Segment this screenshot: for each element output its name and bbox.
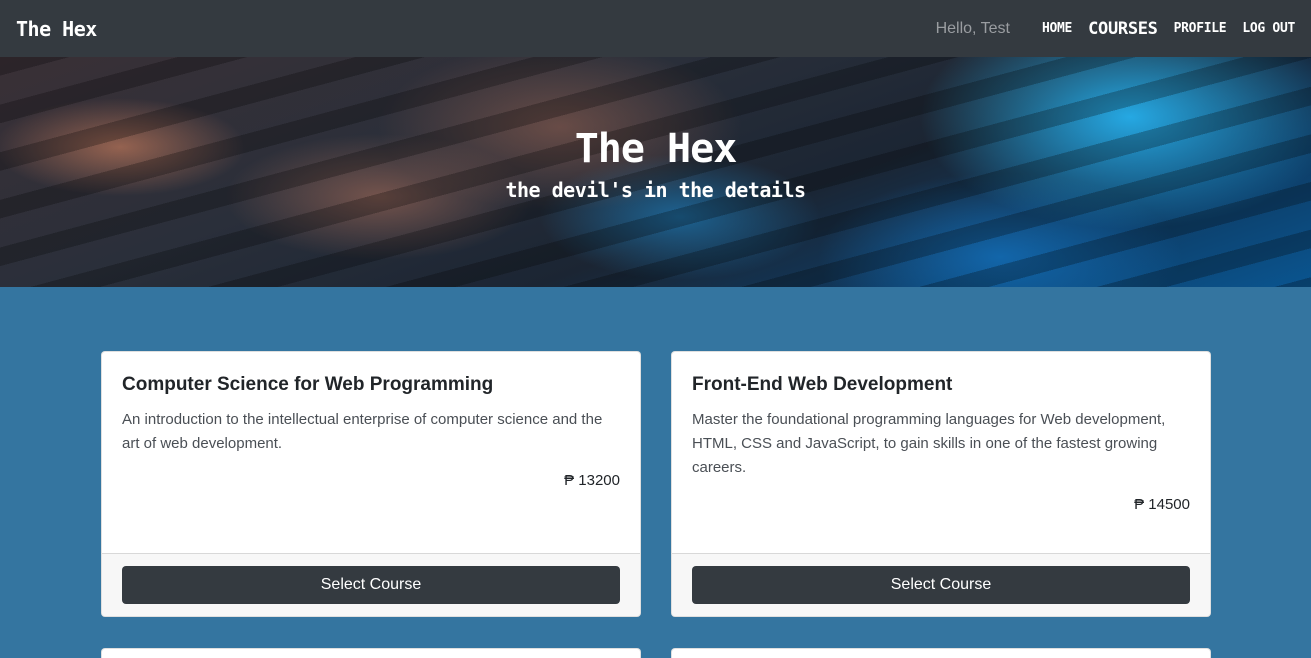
- nav-link-profile[interactable]: Profile: [1174, 21, 1227, 36]
- nav-link-courses[interactable]: Courses: [1088, 19, 1158, 39]
- course-card-footer: Select Course: [672, 553, 1210, 616]
- course-title: Computer Science for Web Programming: [122, 374, 494, 395]
- course-description: Master the foundational programming lang…: [692, 411, 1166, 476]
- select-course-button[interactable]: Select Course: [692, 566, 1190, 604]
- hero-title: The Hex: [574, 126, 738, 172]
- course-description: An introduction to the intellectual ente…: [122, 411, 603, 452]
- select-course-button[interactable]: Select Course: [122, 566, 620, 604]
- course-card-partial: [101, 648, 641, 658]
- nav-link-logout[interactable]: Log Out: [1242, 21, 1295, 36]
- course-price: ₱ 14500: [1134, 496, 1190, 513]
- course-card-body: Computer Science for Web Programming An …: [102, 352, 640, 553]
- hero-text: The Hex the devil's in the details: [0, 57, 1311, 287]
- nav-menu: Hello, Test Home Courses Profile Log Out: [935, 19, 1296, 39]
- course-card-partial: [671, 648, 1211, 658]
- user-greeting: Hello, Test: [935, 19, 1010, 37]
- course-card-body: Front-End Web Development Master the fou…: [672, 352, 1210, 553]
- hero-banner: The Hex the devil's in the details: [0, 57, 1311, 287]
- course-title: Front-End Web Development: [692, 374, 953, 395]
- brand-logo[interactable]: The Hex: [16, 17, 97, 41]
- navbar: The Hex Hello, Test Home Courses Profile…: [0, 0, 1311, 57]
- course-card: Computer Science for Web Programming An …: [101, 351, 641, 617]
- course-card: Front-End Web Development Master the fou…: [671, 351, 1211, 617]
- course-card-footer: Select Course: [102, 553, 640, 616]
- nav-link-home[interactable]: Home: [1042, 21, 1072, 36]
- hero-subtitle: the devil's in the details: [505, 178, 806, 202]
- course-price: ₱ 13200: [564, 472, 620, 489]
